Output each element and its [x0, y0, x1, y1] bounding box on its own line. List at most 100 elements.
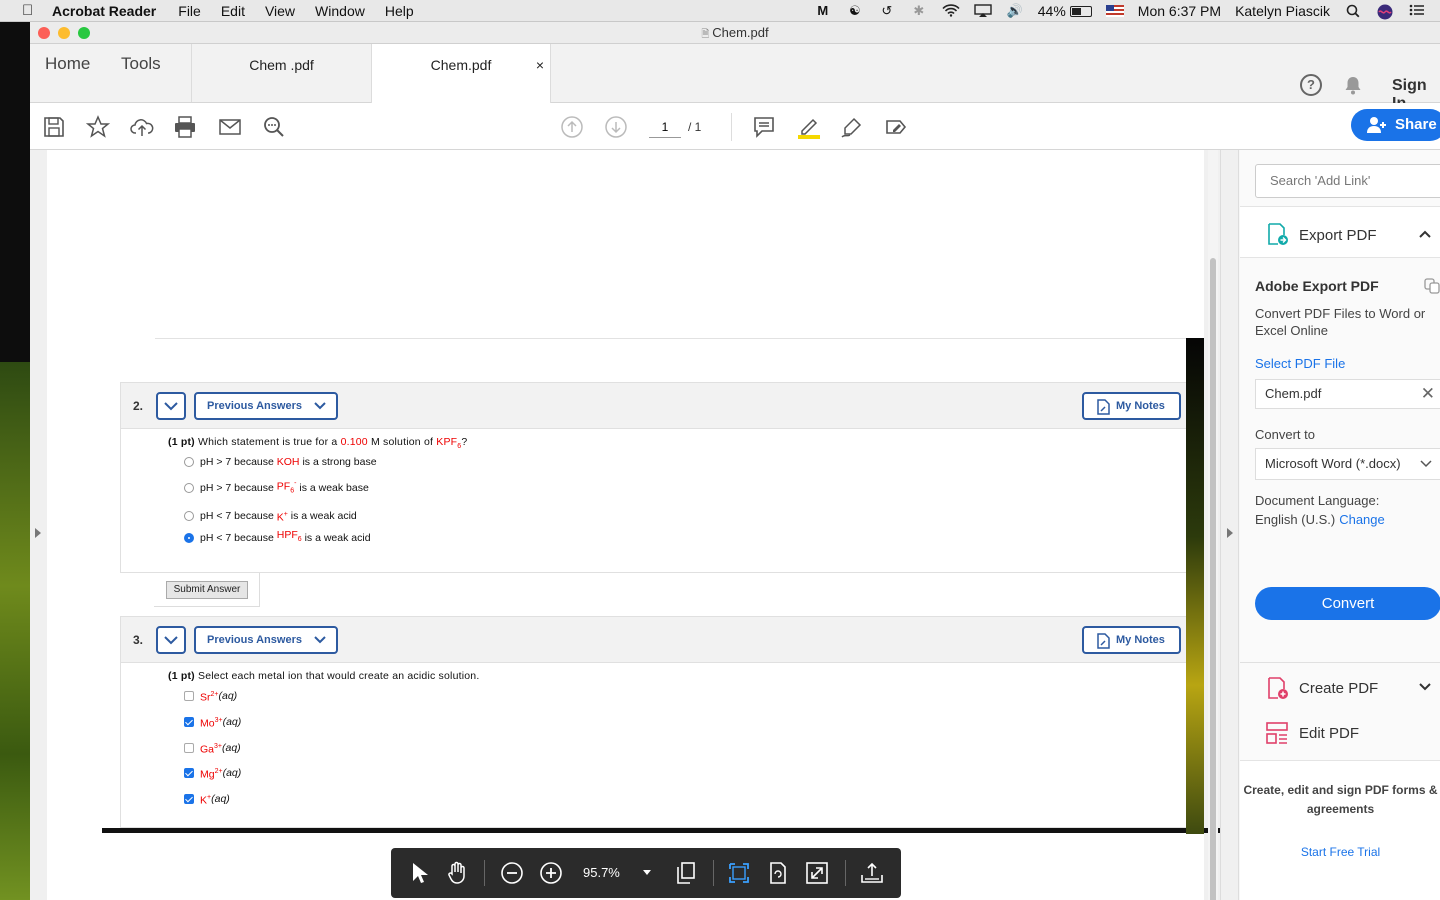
left-panel-toggle[interactable]: [30, 150, 47, 900]
right-panel-toggle[interactable]: [1221, 150, 1239, 900]
my-notes-button[interactable]: My Notes: [1082, 392, 1181, 420]
document-viewport[interactable]: 2. Previous Answers My Notes (1 pt) Whic…: [30, 150, 1238, 900]
airplay-icon[interactable]: [974, 4, 992, 18]
bell-icon[interactable]: [1342, 74, 1364, 96]
edit-pdf-tool[interactable]: Edit PDF: [1265, 721, 1440, 747]
sign-icon[interactable]: [840, 115, 864, 139]
apple-icon[interactable]: : [22, 2, 40, 20]
email-icon[interactable]: [218, 115, 242, 139]
ion-option-ga[interactable]: Ga3+ (aq): [184, 741, 241, 755]
convert-button[interactable]: Convert: [1255, 587, 1440, 620]
time-machine-icon[interactable]: ↺: [878, 4, 896, 18]
zoom-out-icon[interactable]: [500, 861, 524, 885]
vertical-scrollbar[interactable]: [1208, 150, 1218, 900]
fill-sign-icon[interactable]: [884, 115, 908, 139]
tab-home[interactable]: Home: [45, 44, 90, 102]
expand-right-icon[interactable]: [1227, 528, 1233, 538]
volume-icon[interactable]: 🔊: [1006, 4, 1024, 18]
submit-answer-button[interactable]: Submit Answer: [166, 581, 248, 599]
convert-format-select[interactable]: Microsoft Word (*.docx): [1255, 448, 1440, 480]
option-2[interactable]: pH > 7 because PF6- is a weak base: [184, 480, 369, 495]
zoom-window-button[interactable]: [78, 27, 90, 39]
star-icon[interactable]: [85, 115, 111, 139]
full-screen-icon[interactable]: [805, 861, 829, 885]
radio-button-selected[interactable]: [184, 533, 194, 543]
option-3[interactable]: pH < 7 because K+ is a weak acid: [184, 509, 357, 523]
select-pointer-icon[interactable]: [407, 861, 431, 885]
radio-button[interactable]: [184, 511, 194, 521]
change-language-link[interactable]: Change: [1339, 512, 1385, 527]
ion-option-mg[interactable]: Mg2+ (aq): [184, 766, 241, 780]
expand-left-icon[interactable]: [35, 528, 41, 538]
wifi-icon[interactable]: [942, 4, 960, 18]
user-name[interactable]: Katelyn Piascik: [1235, 3, 1330, 19]
search-icon[interactable]: [262, 115, 286, 139]
menu-file[interactable]: File: [178, 3, 201, 19]
share-button[interactable]: Share: [1351, 109, 1440, 141]
clock[interactable]: Mon 6:37 PM: [1138, 3, 1221, 19]
radio-button[interactable]: [184, 483, 194, 493]
tab-tools[interactable]: Tools: [121, 44, 161, 102]
collapse-button[interactable]: [156, 626, 186, 654]
fit-page-icon[interactable]: [727, 861, 751, 885]
menu-window[interactable]: Window: [315, 3, 365, 19]
rotate-page-icon[interactable]: [766, 861, 790, 885]
scroll-thumb[interactable]: [1210, 258, 1216, 900]
comment-icon[interactable]: [752, 115, 776, 139]
bluetooth-icon[interactable]: ✱: [910, 4, 928, 18]
checkbox[interactable]: [184, 743, 194, 753]
start-free-trial-link[interactable]: Start Free Trial: [1240, 845, 1440, 859]
chevron-down-icon[interactable]: [1418, 682, 1432, 692]
page-number-input[interactable]: [649, 116, 681, 138]
chevron-up-icon[interactable]: [1418, 229, 1432, 239]
checkbox-checked[interactable]: [184, 717, 194, 727]
spotlight-icon[interactable]: [1344, 4, 1362, 18]
checkbox-checked[interactable]: [184, 794, 194, 804]
ion-option-mo[interactable]: Mo3+ (aq): [184, 715, 241, 729]
menu-edit[interactable]: Edit: [221, 3, 245, 19]
tool-search-input[interactable]: Search 'Add Link': [1255, 164, 1440, 198]
previous-answers-button[interactable]: Previous Answers: [194, 392, 338, 420]
select-pdf-file-link[interactable]: Select PDF File: [1255, 356, 1345, 371]
highlight-icon[interactable]: [796, 115, 820, 139]
option-1[interactable]: pH > 7 because KOH is a strong base: [184, 455, 377, 469]
print-icon[interactable]: [173, 115, 197, 139]
menu-view[interactable]: View: [265, 3, 295, 19]
close-tab-icon[interactable]: ×: [536, 44, 544, 86]
notification-center-icon[interactable]: [1408, 4, 1426, 18]
previous-page-icon[interactable]: [560, 115, 584, 139]
next-page-icon[interactable]: [604, 115, 628, 139]
radio-button[interactable]: [184, 457, 194, 467]
collapse-button[interactable]: [156, 392, 186, 420]
app-menu[interactable]: Acrobat Reader: [52, 3, 156, 19]
hand-tool-icon[interactable]: [445, 861, 469, 885]
checkbox[interactable]: [184, 691, 194, 701]
ion-option-sr[interactable]: Sr2+ (aq): [184, 689, 237, 703]
option-4[interactable]: pH < 7 because HPF6 is a weak acid: [184, 529, 371, 545]
creative-cloud-icon[interactable]: ☯: [846, 4, 864, 18]
flag-icon[interactable]: [1105, 5, 1124, 17]
export-pdf-header[interactable]: Export PDF: [1240, 206, 1440, 258]
tab-doc-chem-1[interactable]: Chem .pdf: [191, 44, 371, 102]
menu-help[interactable]: Help: [385, 3, 414, 19]
share-export-icon[interactable]: [860, 861, 884, 885]
help-icon[interactable]: ?: [1300, 74, 1322, 96]
checkbox-checked[interactable]: [184, 768, 194, 778]
selected-file-field[interactable]: Chem.pdf ✕: [1255, 379, 1440, 409]
upload-cloud-icon[interactable]: [130, 115, 154, 139]
clear-file-icon[interactable]: ✕: [1421, 380, 1435, 408]
previous-answers-button[interactable]: Previous Answers: [194, 626, 338, 654]
save-icon[interactable]: [42, 115, 66, 139]
zoom-in-icon[interactable]: [539, 861, 563, 885]
malwarebytes-icon[interactable]: M: [814, 4, 832, 18]
zoom-dropdown-icon[interactable]: [643, 870, 651, 875]
ion-option-k[interactable]: K+ (aq): [184, 792, 230, 806]
minimize-window-button[interactable]: [58, 27, 70, 39]
copy-icon[interactable]: [1424, 278, 1440, 294]
my-notes-button[interactable]: My Notes: [1082, 626, 1181, 654]
siri-icon[interactable]: [1376, 4, 1394, 20]
battery-icon[interactable]: [1069, 5, 1092, 17]
tab-doc-chem-2[interactable]: Chem.pdf ×: [371, 44, 551, 103]
close-window-button[interactable]: [38, 27, 50, 39]
zoom-level[interactable]: 95.7%: [583, 865, 620, 880]
